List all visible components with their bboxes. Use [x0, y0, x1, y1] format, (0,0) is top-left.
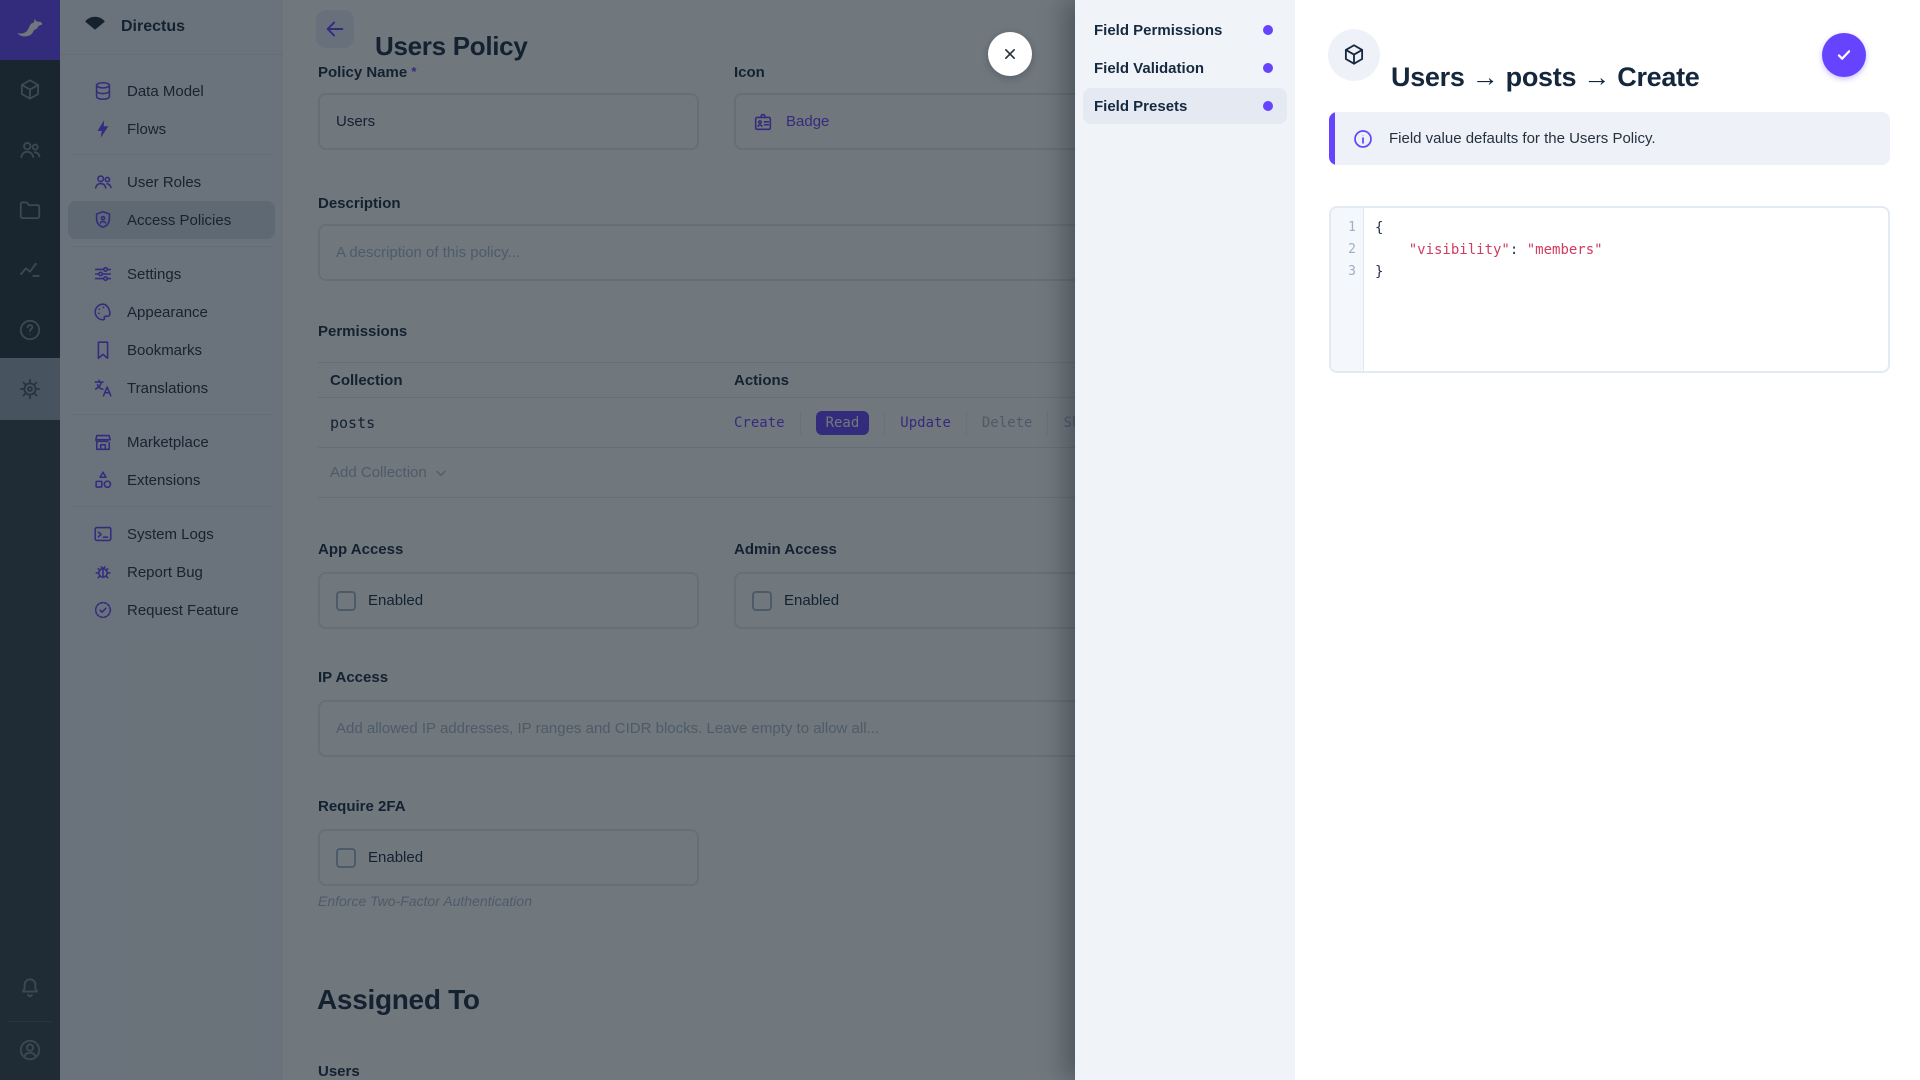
status-dot	[1263, 25, 1273, 35]
drawer-tab-label: Field Permissions	[1094, 22, 1263, 39]
line-number-gutter: 1 2 3	[1331, 208, 1364, 371]
modal-dim-overlay[interactable]	[0, 0, 1075, 1080]
code-token-string: "members"	[1527, 242, 1603, 258]
code-line-2: "visibility": "members"	[1375, 239, 1603, 261]
notice-accent-bar	[1329, 112, 1335, 165]
save-button[interactable]	[1822, 33, 1866, 77]
code-token: :	[1510, 242, 1527, 258]
drawer-sidebar: Field Permissions Field Validation Field…	[1075, 0, 1295, 1080]
code-token-string: "visibility"	[1409, 242, 1510, 258]
close-icon	[1000, 44, 1020, 64]
directus-app: Directus Data Model Flows User Roles Acc…	[0, 0, 1920, 1080]
line-number: 3	[1348, 261, 1356, 283]
code-token	[1375, 242, 1409, 258]
info-notice: Field value defaults for the Users Polic…	[1329, 112, 1890, 165]
code-token: {	[1375, 220, 1383, 236]
notice-text: Field value defaults for the Users Polic…	[1389, 130, 1656, 147]
info-icon	[1352, 128, 1374, 150]
code-line-3: }	[1375, 261, 1383, 283]
check-icon	[1833, 44, 1855, 66]
drawer-tab-field-permissions[interactable]: Field Permissions	[1075, 12, 1295, 48]
drawer-tab-field-validation[interactable]: Field Validation	[1075, 50, 1295, 86]
drawer-tab-label: Field Validation	[1094, 60, 1263, 77]
drawer-header-icon-circle	[1328, 29, 1380, 81]
line-number: 2	[1348, 239, 1356, 261]
drawer-content: Users → posts → Create Field value defau…	[1295, 0, 1920, 1080]
drawer-tab-label: Field Presets	[1094, 98, 1263, 115]
status-dot	[1263, 63, 1273, 73]
drawer-title: Users → posts → Create	[1391, 62, 1700, 93]
field-presets-drawer: Field Permissions Field Validation Field…	[1075, 0, 1920, 1080]
drawer-tab-field-presets[interactable]: Field Presets	[1083, 88, 1287, 124]
cube-icon	[1341, 42, 1367, 68]
json-code-editor[interactable]: 1 2 3 { "visibility": "members" }	[1329, 206, 1890, 373]
drawer-close-button[interactable]	[988, 32, 1032, 76]
code-token: }	[1375, 264, 1383, 280]
line-number: 1	[1348, 217, 1356, 239]
status-dot	[1263, 101, 1273, 111]
code-line-1: {	[1375, 217, 1383, 239]
